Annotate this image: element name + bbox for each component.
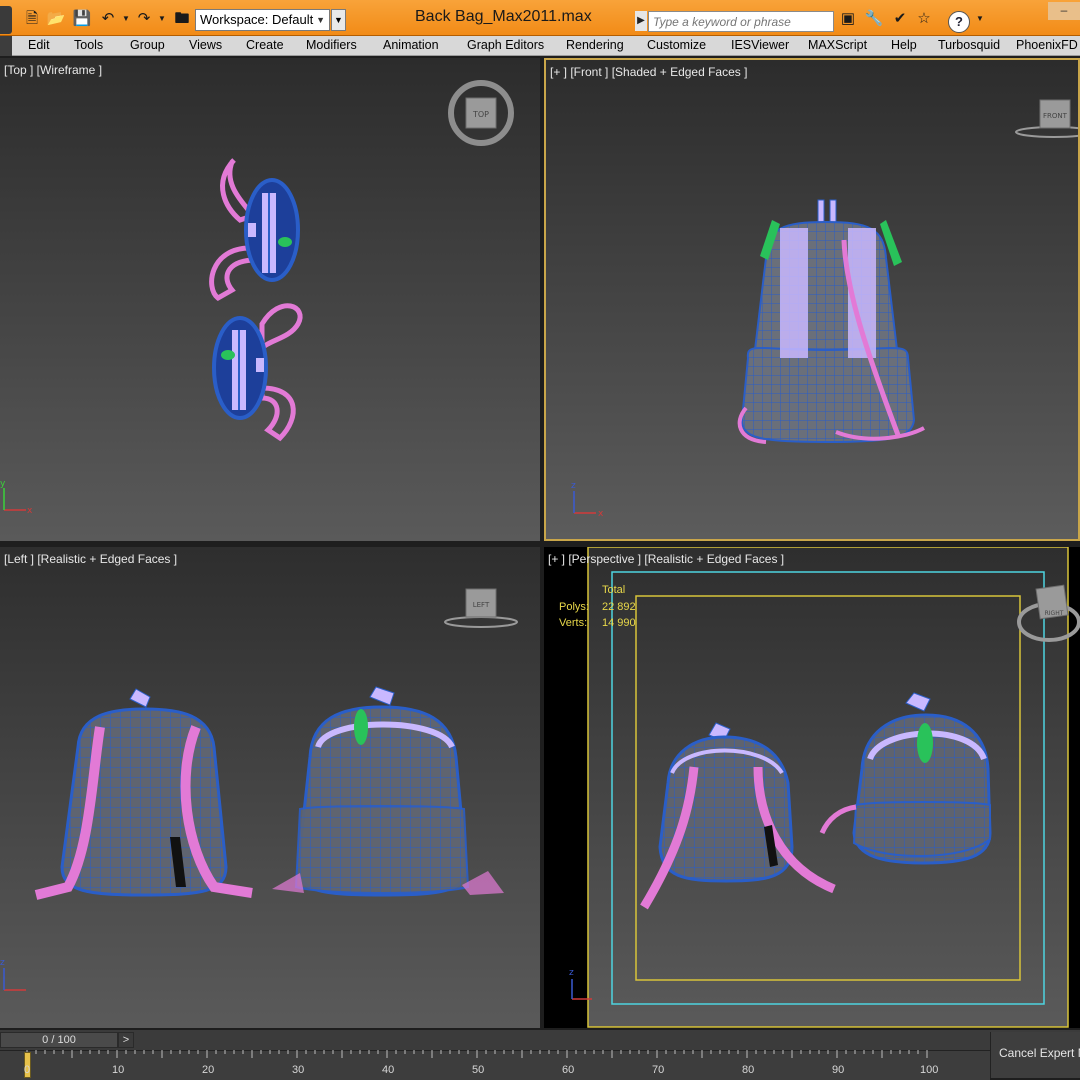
help-button[interactable]: ? xyxy=(948,11,970,33)
left-view-scene: LEFT z xyxy=(0,588,518,991)
undo-dropdown-icon[interactable]: ▼ xyxy=(116,9,136,29)
menu-create[interactable]: Create xyxy=(246,38,284,52)
window-title: Back Bag_Max2011.max xyxy=(415,8,592,25)
tick-label: 80 xyxy=(742,1064,755,1076)
minimize-button[interactable]: – xyxy=(1048,2,1080,20)
tick-label: 10 xyxy=(112,1064,125,1076)
tick-label: 0 xyxy=(24,1064,31,1076)
backpack-left-view-back xyxy=(34,688,253,900)
title-bar: 🗎 📂 💾 ↶ ▼ ↷ ▼ 🖿 Workspace: Default ▼ ▼ B… xyxy=(0,0,1080,36)
open-folder-icon[interactable]: 📂 xyxy=(46,9,66,29)
backpack-top-view-2 xyxy=(212,303,303,442)
search-expand-icon[interactable]: ▶ xyxy=(635,11,647,31)
new-file-icon[interactable]: 🗎 xyxy=(22,9,42,29)
menu-modifiers[interactable]: Modifiers xyxy=(306,38,357,52)
tools-icon[interactable]: 🔧 xyxy=(864,9,884,29)
viewport-top[interactable]: TOP x y [Top ] [Wireframe] xyxy=(0,58,540,541)
viewport-left[interactable]: LEFT z [Left ] [Realistic + Edged Faces … xyxy=(0,547,540,1028)
pin-icon[interactable]: ✔ xyxy=(890,9,910,29)
viewport-label-left[interactable]: [Left ] [Realistic + Edged Faces ] xyxy=(4,552,177,566)
stats-verts-label: Verts: xyxy=(559,617,588,629)
menu-edit[interactable]: Edit xyxy=(28,38,50,52)
stats-verts-value: 14 990 xyxy=(602,617,636,629)
tick-label: 40 xyxy=(382,1064,395,1076)
tick-label: 30 xyxy=(292,1064,305,1076)
search-input[interactable] xyxy=(648,11,834,32)
save-icon[interactable]: 💾 xyxy=(72,9,92,29)
binoculars-icon[interactable]: ▣ xyxy=(838,9,858,29)
favorite-star-icon[interactable]: ☆ xyxy=(914,9,934,29)
svg-text:x: x xyxy=(598,509,604,519)
workspace-dropdown[interactable]: Workspace: Default ▼ xyxy=(195,9,330,31)
undo-icon[interactable]: ↶ xyxy=(98,9,118,29)
stats-polys-label: Polys: xyxy=(559,601,589,613)
project-folder-icon[interactable]: 🖿 xyxy=(172,9,192,29)
menu-help[interactable]: Help xyxy=(891,38,917,52)
viewport-perspective[interactable]: RIGHT z [+ ] [Perspective ] [Realistic +… xyxy=(544,547,1080,1028)
workspace-label: Workspace: Default xyxy=(200,12,314,27)
help-dropdown-icon[interactable]: ▼ xyxy=(970,9,990,29)
backpack-top-view-1 xyxy=(209,158,300,301)
svg-text:y: y xyxy=(0,479,6,489)
menu-bar: Edit Tools Group Views Create Modifiers … xyxy=(0,36,1080,56)
svg-text:FRONT: FRONT xyxy=(1043,112,1068,120)
menu-tools[interactable]: Tools xyxy=(74,38,103,52)
viewcube-label: TOP xyxy=(472,110,489,119)
chevron-down-icon: ▼ xyxy=(316,15,325,25)
menu-views[interactable]: Views xyxy=(189,38,222,52)
viewcube-front[interactable]: FRONT xyxy=(1015,99,1078,138)
axis-gizmo: z xyxy=(0,958,26,991)
redo-dropdown-icon[interactable]: ▼ xyxy=(152,9,172,29)
viewport-label-perspective[interactable]: [+ ] [Perspective ] [Realistic + Edged F… xyxy=(548,552,784,566)
viewport-front[interactable]: FRONT x z [+ ] [Front ] [Shaded + Edged … xyxy=(544,58,1080,541)
backpack-front-view xyxy=(737,199,925,444)
menu-graph-editors[interactable]: Graph Editors xyxy=(467,38,544,52)
time-next-button[interactable]: > xyxy=(118,1032,134,1048)
menu-turbosquid[interactable]: Turbosquid xyxy=(938,38,1000,52)
menu-animation[interactable]: Animation xyxy=(383,38,439,52)
stats-total-header: Total xyxy=(602,584,626,596)
svg-text:z: z xyxy=(569,968,574,978)
axis-gizmo: x z xyxy=(571,481,604,519)
tick-label: 100 xyxy=(920,1064,939,1076)
tick-label: 20 xyxy=(202,1064,215,1076)
menu-gutter xyxy=(0,36,12,56)
cancel-expert-mode-button[interactable]: Cancel Expert M xyxy=(990,1032,1080,1078)
svg-text:LEFT: LEFT xyxy=(473,601,490,609)
tick-label: 70 xyxy=(652,1064,665,1076)
menu-customize[interactable]: Customize xyxy=(647,38,706,52)
menu-maxscript[interactable]: MAXScript xyxy=(808,38,867,52)
menu-phoenixfd[interactable]: PhoenixFD xyxy=(1016,38,1078,52)
workspace-menu-button[interactable]: ▼ xyxy=(331,9,346,31)
viewport-label-front[interactable]: [+ ] [Front ] [Shaded + Edged Faces ] xyxy=(550,65,747,79)
backpack-left-view-front xyxy=(272,686,504,897)
front-view-scene: FRONT x z xyxy=(571,99,1078,519)
viewcube-top[interactable]: TOP xyxy=(448,80,514,146)
application-button[interactable] xyxy=(0,6,12,34)
tick-label: 90 xyxy=(832,1064,845,1076)
render-region xyxy=(588,547,1068,1027)
svg-text:z: z xyxy=(571,481,576,491)
timeline-bar xyxy=(0,1030,1080,1050)
menu-group[interactable]: Group xyxy=(130,38,165,52)
viewcube-left[interactable]: LEFT xyxy=(444,588,518,628)
svg-text:z: z xyxy=(0,958,5,968)
menu-rendering[interactable]: Rendering xyxy=(566,38,624,52)
viewport-label-top[interactable]: [Top ] [Wireframe ] xyxy=(4,63,102,77)
axis-gizmo: x y xyxy=(0,479,33,516)
svg-text:x: x xyxy=(27,506,33,516)
top-view-scene: TOP x y xyxy=(0,80,514,516)
time-slider[interactable]: 0 / 100 xyxy=(0,1032,118,1048)
redo-icon[interactable]: ↷ xyxy=(134,9,154,29)
tick-label: 60 xyxy=(562,1064,575,1076)
menu-iesviewer[interactable]: IESViewer xyxy=(731,38,789,52)
svg-text:RIGHT: RIGHT xyxy=(1045,610,1064,617)
stats-polys-value: 22 892 xyxy=(602,601,636,613)
tick-label: 50 xyxy=(472,1064,485,1076)
